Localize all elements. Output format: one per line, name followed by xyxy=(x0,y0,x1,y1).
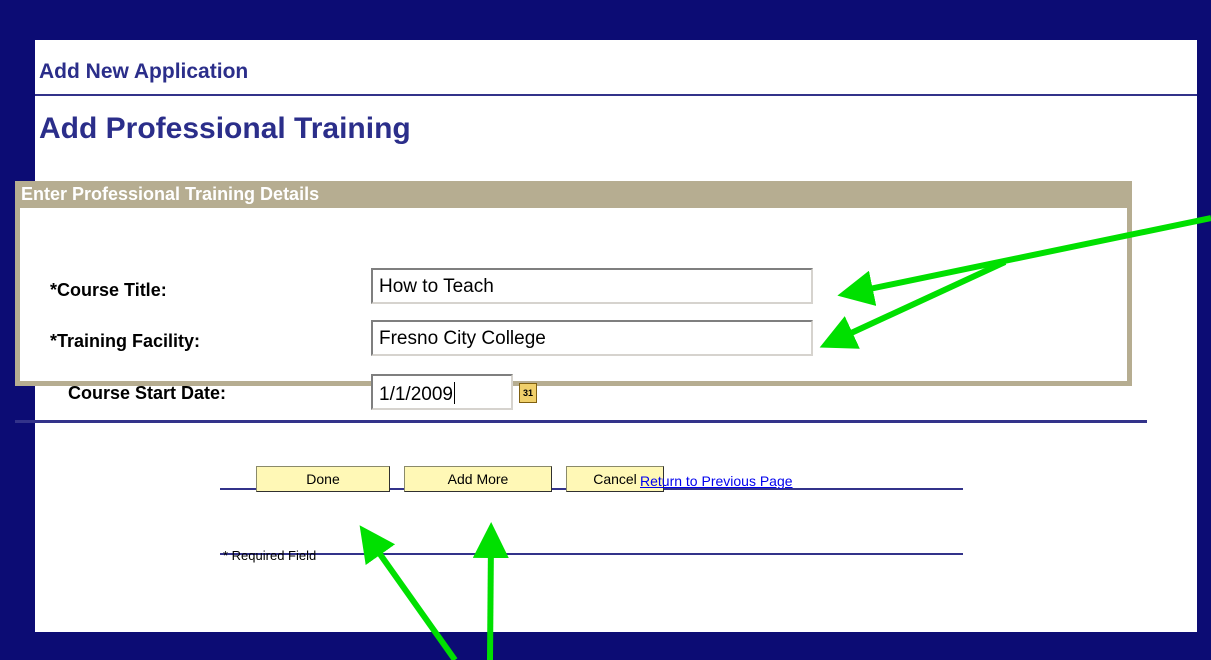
course-title-label: *Course Title: xyxy=(50,280,167,300)
course-start-date-label: Course Start Date: xyxy=(68,383,227,403)
training-facility-label: *Training Facility: xyxy=(50,331,201,351)
buttons-bottom-divider xyxy=(220,553,963,555)
training-facility-input[interactable]: Fresno City College xyxy=(371,320,813,356)
group-title: Enter Professional Training Details xyxy=(21,184,320,204)
training-facility-value: Fresno City College xyxy=(379,328,546,349)
course-title-value: How to Teach xyxy=(379,276,494,297)
header-divider xyxy=(35,94,1197,96)
text-cursor xyxy=(453,382,455,404)
section-divider xyxy=(15,420,1147,423)
add-more-button[interactable]: Add More xyxy=(404,466,552,492)
course-start-date-value: 1/1/2009 xyxy=(379,384,453,405)
page-title: Add Professional Training xyxy=(39,112,411,145)
calendar-icon[interactable]: 31 xyxy=(519,383,537,403)
app-title: Add New Application xyxy=(39,60,249,83)
required-field-note: * Required Field xyxy=(223,548,317,563)
course-title-input[interactable]: How to Teach xyxy=(371,268,813,304)
return-to-previous-page-link[interactable]: Return to Previous Page xyxy=(640,473,793,489)
course-start-date-input[interactable]: 1/1/2009 xyxy=(371,374,513,410)
done-button[interactable]: Done xyxy=(256,466,390,492)
